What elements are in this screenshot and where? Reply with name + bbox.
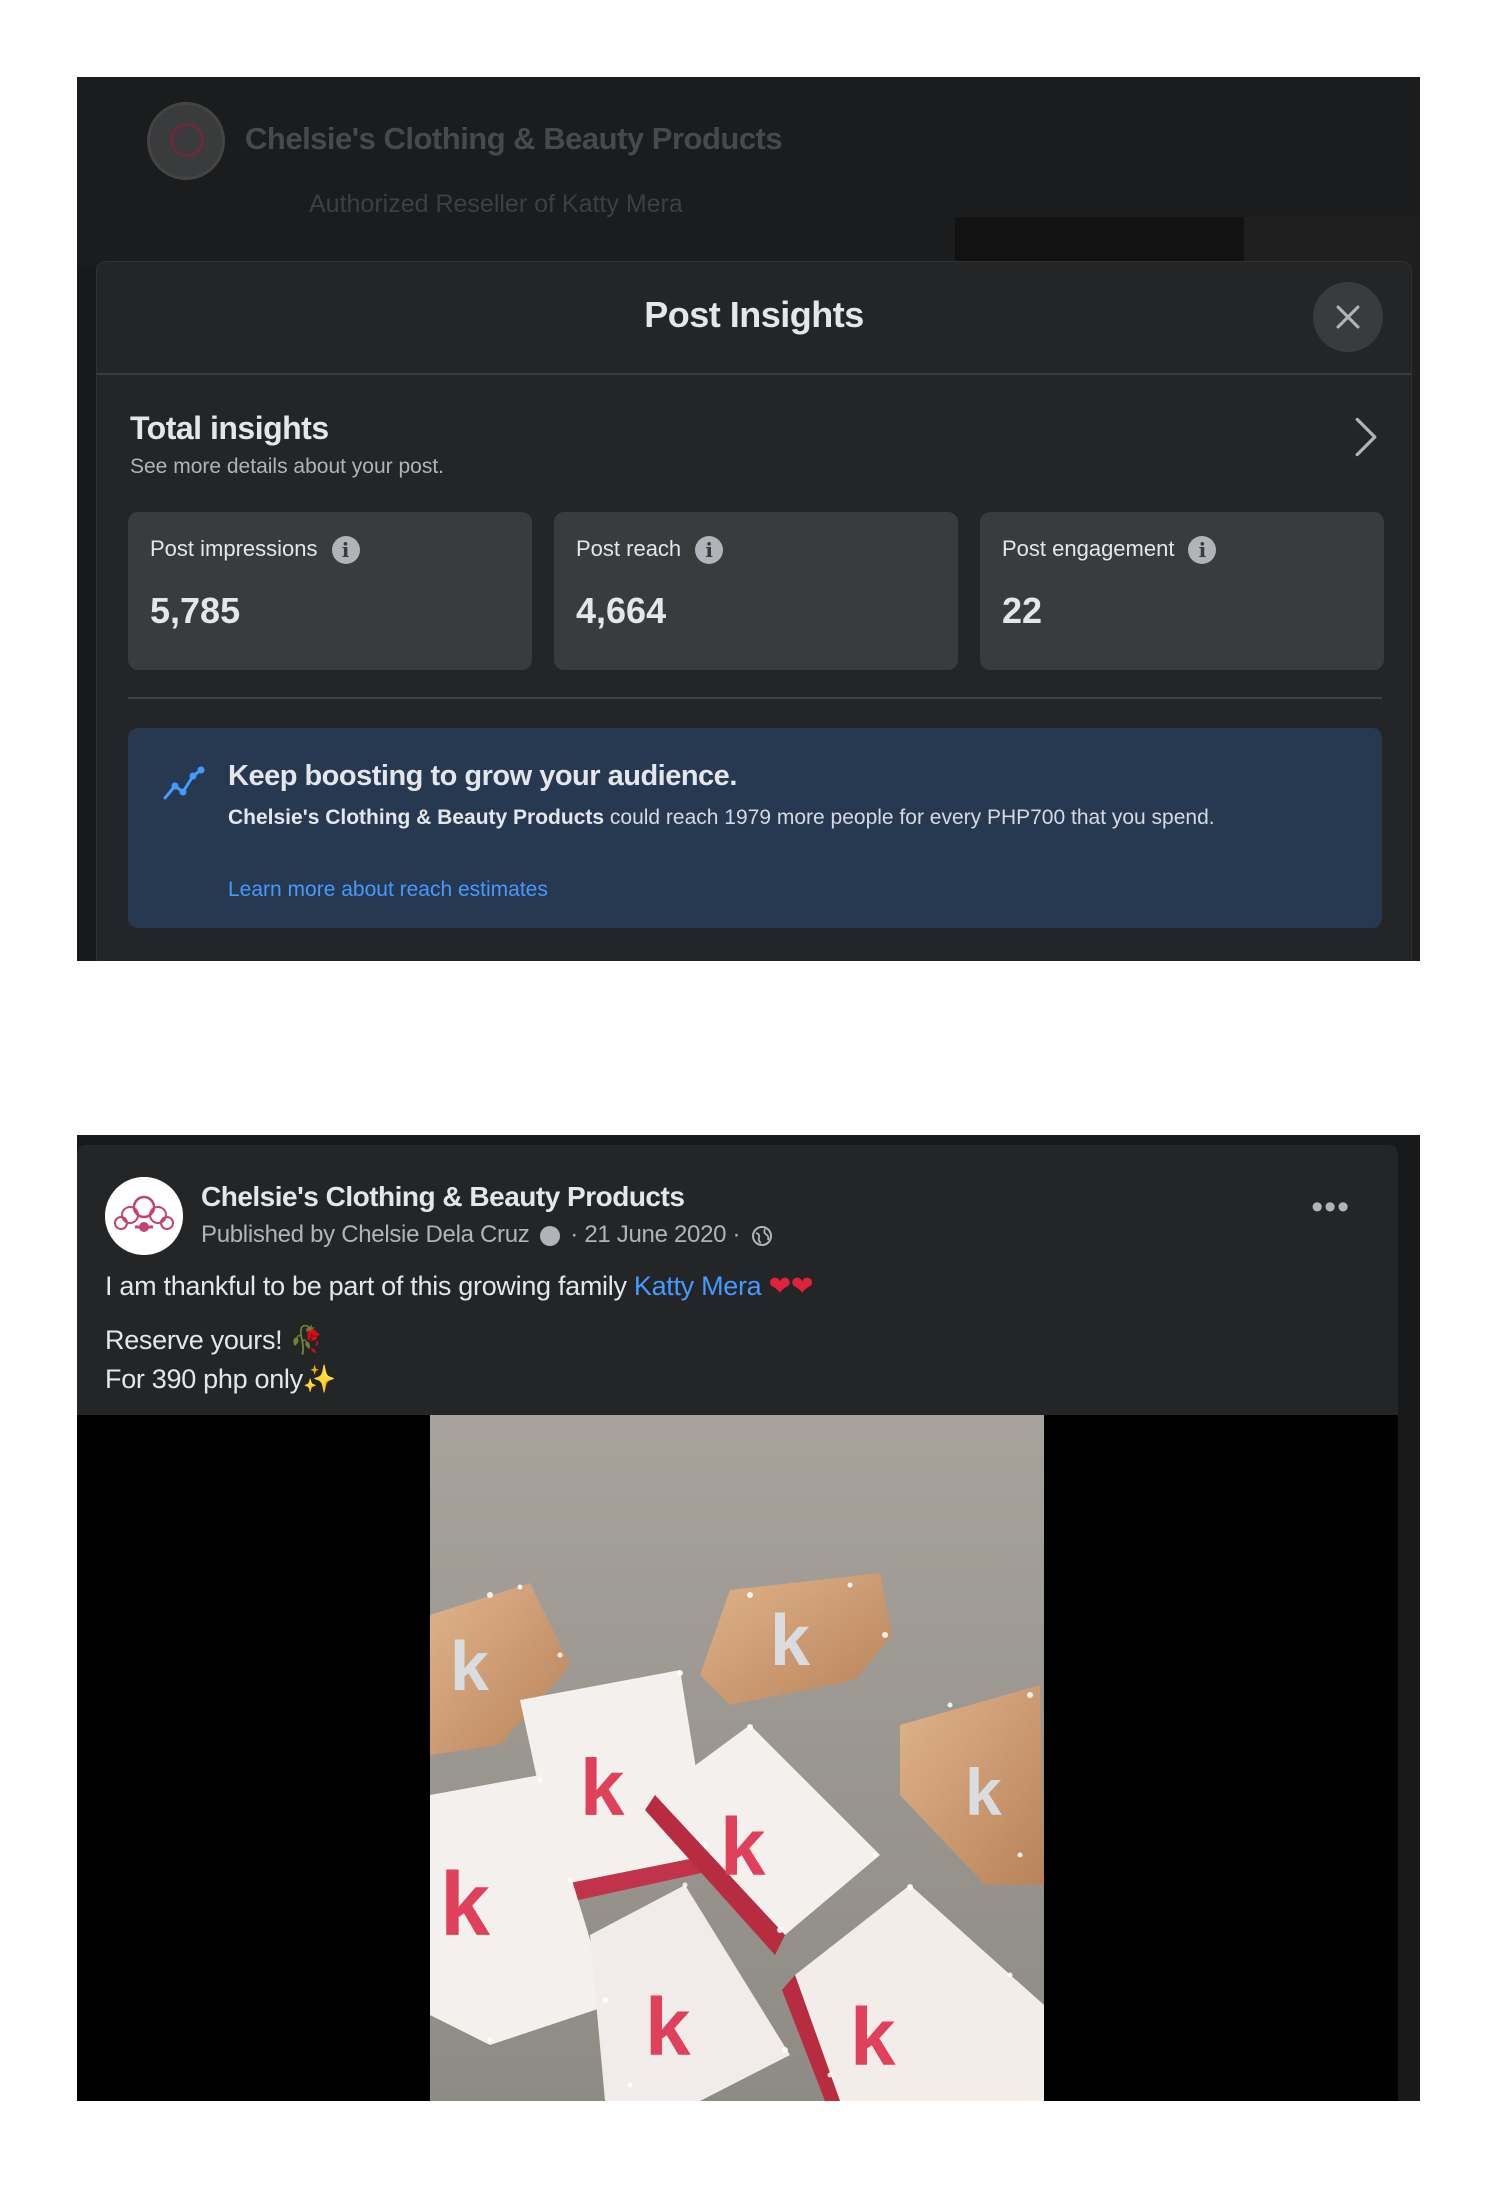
boost-title: Keep boosting to grow your audience.: [228, 760, 737, 792]
boost-body-text: could reach 1979 more people for every P…: [604, 806, 1215, 829]
published-by: Published by Chelsie Dela Cruz: [201, 1221, 530, 1248]
total-insights-row[interactable]: Total insights See more details about yo…: [97, 375, 1411, 485]
background-page-avatar: [147, 102, 225, 180]
chevron-right-icon: [1355, 417, 1377, 457]
total-insights-title: Total insights: [130, 410, 329, 446]
svg-text:k: k: [645, 1982, 691, 2073]
globe-icon: [751, 1225, 772, 1246]
metrics-row: Post impressions i 5,785 Post reach i 4,66…: [128, 512, 1384, 672]
background-page-name: Chelsie's Clothing & Beauty Products: [245, 121, 783, 156]
post-video[interactable]: k k k k k k k k: [430, 1415, 1044, 2101]
modal-title: Post Insights: [644, 294, 864, 335]
info-icon[interactable]: i: [1188, 536, 1217, 565]
post-card: Chelsie's Clothing & Beauty Products Pub…: [77, 1145, 1398, 1415]
page-logo-icon: [105, 1177, 183, 1255]
boost-page-name: Chelsie's Clothing & Beauty Products: [228, 806, 605, 829]
post-date[interactable]: · 21 June 2020 ·: [570, 1221, 740, 1248]
mention-link[interactable]: Katty Mera: [634, 1271, 762, 1301]
info-icon[interactable]: [539, 1225, 560, 1246]
flower-emoji: 🥀: [289, 1325, 324, 1356]
post-insights-modal: Post Insights Total insights See more de…: [96, 261, 1412, 961]
close-icon: [1336, 305, 1360, 329]
background-avatar-logo: [170, 123, 204, 157]
svg-text:k: k: [580, 1743, 625, 1832]
info-icon[interactable]: i: [331, 536, 360, 565]
sparkle-emoji: ✨: [302, 1364, 337, 1395]
hearts-emoji: ❤❤: [768, 1271, 814, 1302]
post-text-line-2: Reserve yours! 🥀: [105, 1324, 323, 1356]
metric-label: Post engagement i: [1002, 536, 1217, 565]
background-page-subtitle: Authorized Reseller of Katty Mera: [309, 190, 683, 218]
page-avatar[interactable]: [105, 1177, 183, 1255]
metric-label-text: Post impressions: [150, 536, 318, 561]
post-text-line-1: I am thankful to be part of this growing…: [105, 1271, 814, 1302]
more-options-button[interactable]: •••: [1311, 1190, 1350, 1224]
divider: [128, 697, 1382, 699]
post-meta: Published by Chelsie Dela Cruz · 21 June…: [201, 1221, 773, 1249]
post-insights-screenshot: Chelsie's Clothing & Beauty Products Aut…: [77, 77, 1420, 961]
svg-text:k: k: [965, 1755, 1002, 1829]
metric-value: 5,785: [150, 590, 241, 631]
post-text-reserve: Reserve yours!: [105, 1325, 290, 1355]
post-text-price: For 390 php only: [105, 1364, 303, 1394]
trending-chart-icon: [163, 766, 205, 800]
modal-header: Post Insights: [97, 262, 1411, 375]
boost-body: Chelsie's Clothing & Beauty Products cou…: [228, 802, 1308, 834]
metric-card-impressions: Post impressions i 5,785: [128, 512, 532, 670]
total-insights-subtitle: See more details about your post.: [130, 455, 445, 478]
svg-text:k: k: [850, 1992, 896, 2083]
boost-banner: Keep boosting to grow your audience. Che…: [128, 728, 1382, 928]
reach-estimates-link[interactable]: Learn more about reach estimates: [228, 878, 548, 902]
metric-label-text: Post reach: [576, 536, 682, 561]
metric-label: Post reach i: [576, 536, 724, 565]
svg-text:k: k: [720, 1802, 766, 1893]
info-icon[interactable]: i: [695, 536, 724, 565]
product-photo: k k k k k k k k: [430, 1415, 1044, 2101]
frame-right: [1398, 1135, 1420, 2101]
post-text-line-3: For 390 php only✨: [105, 1363, 336, 1395]
svg-text:k: k: [450, 1627, 489, 1705]
metric-card-engagement: Post engagement i 22: [980, 512, 1384, 670]
metric-value: 4,664: [576, 590, 667, 631]
svg-text:k: k: [440, 1855, 491, 1955]
metric-label: Post impressions i: [150, 536, 360, 565]
metric-card-reach: Post reach i 4,664: [554, 512, 958, 670]
facebook-post-screenshot: Chelsie's Clothing & Beauty Products Pub…: [77, 1135, 1420, 2101]
post-page-name[interactable]: Chelsie's Clothing & Beauty Products: [201, 1181, 685, 1213]
metric-label-text: Post engagement: [1002, 536, 1175, 561]
close-button[interactable]: [1313, 282, 1383, 352]
post-text-before-mention: I am thankful to be part of this growing…: [105, 1271, 634, 1301]
metric-value: 22: [1002, 590, 1043, 631]
svg-text:k: k: [770, 1601, 811, 1681]
